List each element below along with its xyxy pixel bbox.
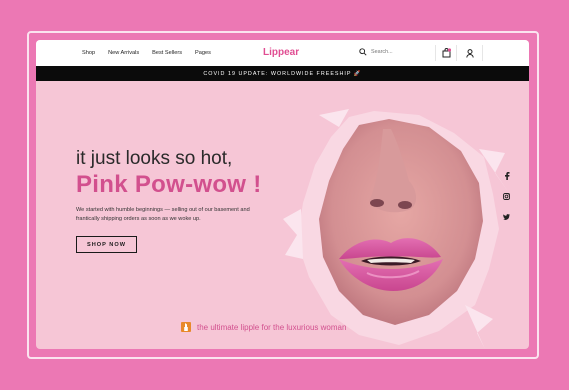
facebook-link[interactable] (502, 171, 511, 180)
banner-text: COVID 19 UPDATE: WORLDWIDE FREESHIP 🚀 (203, 70, 362, 77)
search-box[interactable] (359, 48, 431, 56)
bag-icon (442, 48, 451, 58)
twitter-link[interactable] (502, 212, 511, 221)
top-navbar: Shop New Arrivals Best Sellers Pages Lip… (36, 40, 529, 66)
facebook-icon (504, 171, 509, 180)
divider (456, 45, 457, 61)
cart-button[interactable] (440, 47, 452, 59)
instagram-icon (503, 193, 510, 200)
website-mockup: Shop New Arrivals Best Sellers Pages Lip… (36, 40, 529, 349)
hero-lips-image (283, 109, 509, 349)
hero-description: We started with humble beginnings — sell… (76, 207, 250, 222)
hero-headline: Pink Pow-wow ! (76, 171, 262, 198)
hero-footer-note: the ultimate lipple for the luxurious wo… (181, 322, 346, 332)
hero-tagline: it just looks so hot, (76, 148, 233, 169)
divider (482, 45, 483, 61)
nav-link-shop[interactable]: Shop (82, 50, 95, 56)
instagram-link[interactable] (502, 192, 511, 201)
announcement-banner: COVID 19 UPDATE: WORLDWIDE FREESHIP 🚀 (36, 66, 529, 81)
hero-footer-text: the ultimate lipple for the luxurious wo… (197, 322, 347, 332)
brand-logo[interactable]: Lippear (263, 47, 299, 58)
twitter-icon (503, 213, 510, 220)
search-input[interactable] (371, 49, 431, 55)
nav-link-new-arrivals[interactable]: New Arrivals (108, 50, 139, 56)
nav-links: Shop New Arrivals Best Sellers Pages (82, 40, 211, 66)
nav-link-best-sellers[interactable]: Best Sellers (152, 50, 182, 56)
hero-section: it just looks so hot, Pink Pow-wow ! We … (36, 81, 529, 349)
lipstick-icon (181, 322, 191, 332)
nav-link-pages[interactable]: Pages (195, 50, 211, 56)
shop-now-button[interactable]: SHOP NOW (76, 236, 137, 253)
account-button[interactable] (464, 47, 476, 59)
user-icon (466, 48, 474, 58)
search-icon[interactable] (359, 48, 367, 56)
divider (435, 45, 436, 61)
